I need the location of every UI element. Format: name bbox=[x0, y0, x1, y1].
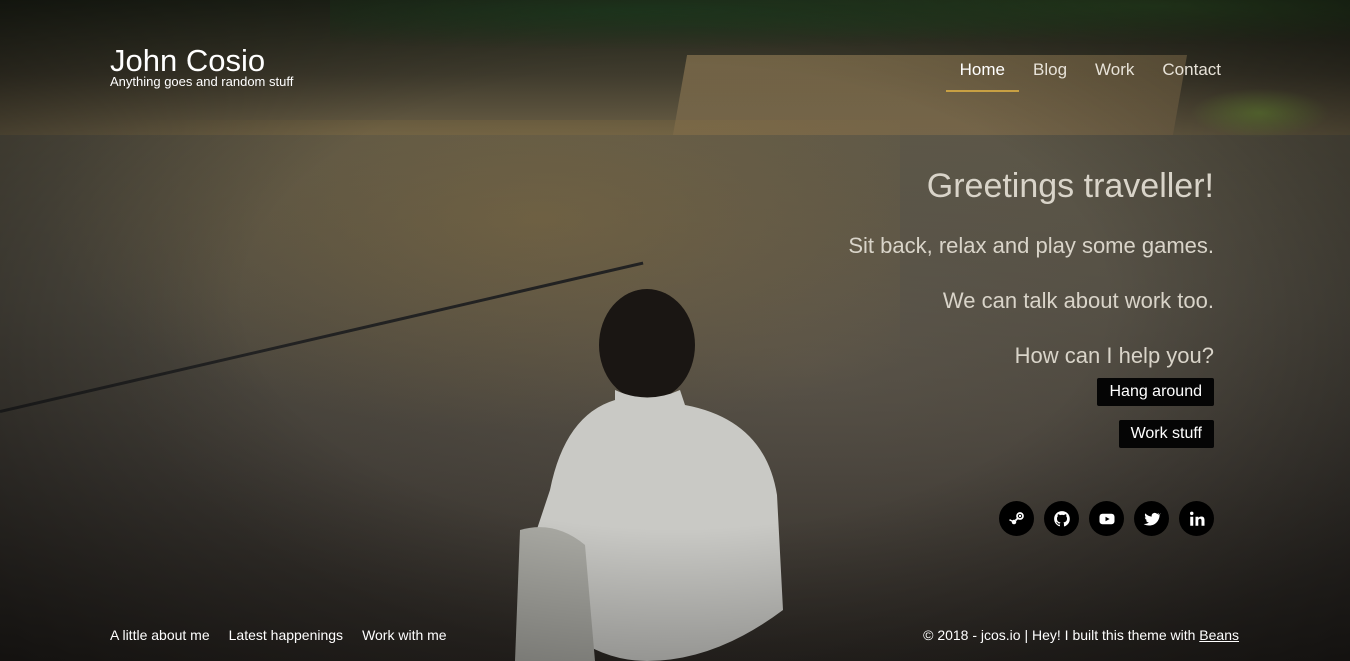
youtube-icon[interactable] bbox=[1089, 501, 1124, 536]
hang-around-button[interactable]: Hang around bbox=[1097, 378, 1214, 406]
steam-icon[interactable] bbox=[999, 501, 1034, 536]
footer-links: A little about me Latest happenings Work… bbox=[110, 627, 447, 643]
nav-item-blog[interactable]: Blog bbox=[1019, 56, 1081, 90]
site-title[interactable]: John Cosio bbox=[110, 44, 265, 78]
footer-link-work[interactable]: Work with me bbox=[362, 627, 447, 643]
hero-line-1: Sit back, relax and play some games. bbox=[848, 233, 1214, 258]
copyright: © 2018 - jcos.io | Hey! I built this the… bbox=[923, 627, 1239, 643]
footer-link-about[interactable]: A little about me bbox=[110, 627, 210, 643]
linkedin-icon[interactable] bbox=[1179, 501, 1214, 536]
hero-title: Greetings traveller! bbox=[926, 167, 1214, 205]
beans-link[interactable]: Beans bbox=[1199, 627, 1239, 643]
brand: John Cosio Anything goes and random stuf… bbox=[110, 44, 293, 90]
github-icon[interactable] bbox=[1044, 501, 1079, 536]
hero-line-2: We can talk about work too. bbox=[942, 288, 1214, 313]
copyright-text: © 2018 - jcos.io | Hey! I built this the… bbox=[923, 627, 1200, 643]
hero-line-3: How can I help you? bbox=[1014, 343, 1214, 368]
nav-item-contact[interactable]: Contact bbox=[1148, 56, 1235, 90]
nav-item-work[interactable]: Work bbox=[1081, 56, 1148, 90]
twitter-icon[interactable] bbox=[1134, 501, 1169, 536]
social-links bbox=[999, 501, 1214, 536]
footer-link-happenings[interactable]: Latest happenings bbox=[229, 627, 343, 643]
hero: Greetings traveller! Sit back, relax and… bbox=[694, 166, 1214, 462]
work-stuff-button[interactable]: Work stuff bbox=[1118, 420, 1214, 448]
nav-item-home[interactable]: Home bbox=[945, 56, 1020, 92]
main-nav: Home Blog Work Contact bbox=[945, 56, 1235, 92]
site-tagline: Anything goes and random stuff bbox=[110, 74, 294, 89]
